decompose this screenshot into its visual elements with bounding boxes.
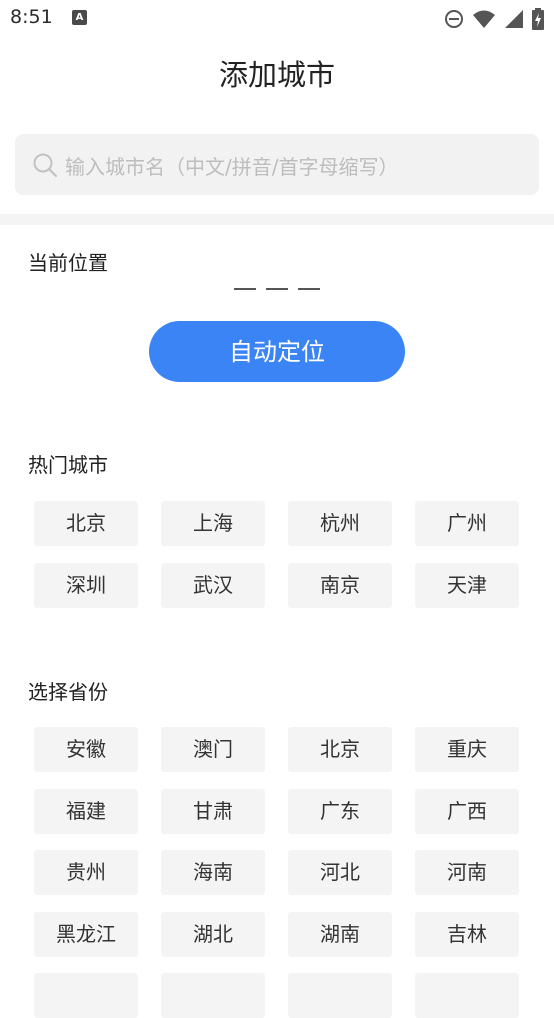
search-placeholder: 输入城市名（中文/拼音/首字母缩写） xyxy=(65,155,399,179)
page-title: 添加城市 xyxy=(218,58,335,92)
section-divider xyxy=(0,214,554,225)
battery-icon xyxy=(532,8,544,30)
province-item[interactable]: 湖北 xyxy=(161,912,265,957)
signal-icon xyxy=(505,10,523,28)
current-location-title: 当前位置 xyxy=(28,251,108,275)
province-item[interactable]: 广东 xyxy=(288,789,392,834)
province-item[interactable]: 湖南 xyxy=(288,912,392,957)
province-item[interactable]: 贵州 xyxy=(34,850,138,895)
province-item[interactable]: 河南 xyxy=(415,850,519,895)
hot-city-item[interactable]: 杭州 xyxy=(288,501,392,546)
wifi-icon xyxy=(473,10,495,28)
notification-icon: A xyxy=(72,10,87,25)
hot-city-item[interactable]: 南京 xyxy=(288,563,392,608)
search-input[interactable]: 输入城市名（中文/拼音/首字母缩写） xyxy=(15,134,539,195)
province-item[interactable] xyxy=(161,973,265,1018)
province-item[interactable] xyxy=(415,973,519,1018)
province-item[interactable]: 黑龙江 xyxy=(34,912,138,957)
province-item[interactable]: 吉林 xyxy=(415,912,519,957)
hot-city-item[interactable]: 北京 xyxy=(34,501,138,546)
province-item[interactable]: 广西 xyxy=(415,789,519,834)
hot-city-item[interactable]: 深圳 xyxy=(34,563,138,608)
hot-city-item[interactable]: 广州 xyxy=(415,501,519,546)
status-icons xyxy=(444,8,544,30)
province-item[interactable]: 福建 xyxy=(34,789,138,834)
location-placeholder-dash xyxy=(298,288,320,290)
location-placeholder-dash xyxy=(234,288,256,290)
province-item[interactable] xyxy=(288,973,392,1018)
search-icon xyxy=(33,153,58,178)
hot-city-item[interactable]: 武汉 xyxy=(161,563,265,608)
province-item[interactable]: 北京 xyxy=(288,727,392,772)
provinces-title: 选择省份 xyxy=(28,680,108,704)
province-item[interactable]: 海南 xyxy=(161,850,265,895)
status-bar: 8:51 A xyxy=(0,0,554,38)
province-item[interactable] xyxy=(34,973,138,1018)
province-item[interactable]: 安徽 xyxy=(34,727,138,772)
province-item[interactable]: 河北 xyxy=(288,850,392,895)
location-placeholder-dash xyxy=(266,288,288,290)
hot-cities-title: 热门城市 xyxy=(28,453,108,477)
province-item[interactable]: 甘肃 xyxy=(161,789,265,834)
dnd-icon xyxy=(445,10,463,28)
hot-city-item[interactable]: 上海 xyxy=(161,501,265,546)
auto-locate-button[interactable]: 自动定位 xyxy=(149,321,405,382)
province-item[interactable]: 重庆 xyxy=(415,727,519,772)
hot-city-item[interactable]: 天津 xyxy=(415,563,519,608)
province-item[interactable]: 澳门 xyxy=(161,727,265,772)
status-time: 8:51 xyxy=(10,6,53,28)
